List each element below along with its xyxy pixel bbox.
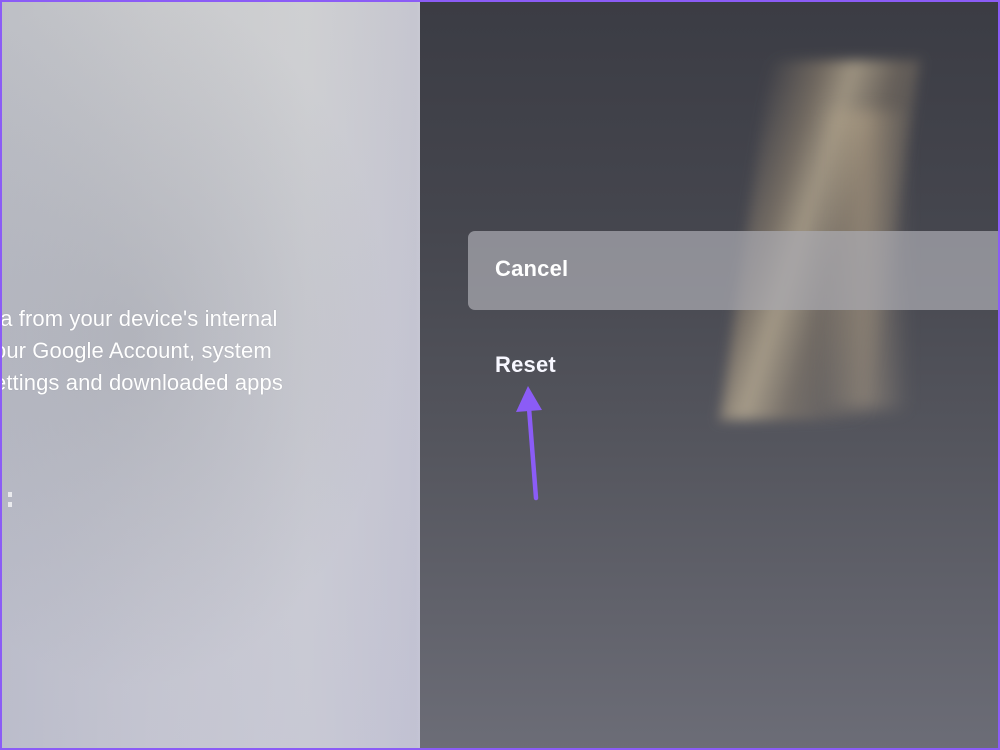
reset-description: ta from your device's internal our Googl… [0,303,324,399]
description-panel: ta from your device's internal our Googl… [0,0,438,750]
description-line-2: our Google Account, system [0,338,272,363]
reset-button-label: Reset [495,352,556,377]
tv-reset-screen: ta from your device's internal our Googl… [0,0,1000,750]
description-line-3: ettings and downloaded apps [0,370,283,395]
cancel-button-label: Cancel [495,256,569,281]
edge-mark [8,492,12,497]
description-line-1: ta from your device's internal [0,306,278,331]
arrow-up-icon [516,386,542,501]
edge-mark [8,502,12,507]
cancel-button[interactable]: Cancel [468,231,1000,310]
screen-edge-marks [8,492,14,516]
